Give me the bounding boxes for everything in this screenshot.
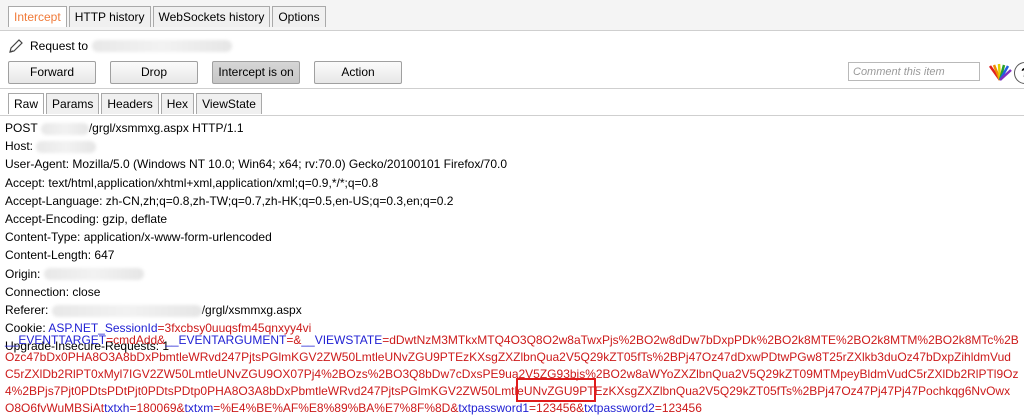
request-body: __EVENTTARGET=cmdAdd&__EVENTARGUMENT=&__… xyxy=(5,332,1019,417)
drop-button[interactable]: Drop xyxy=(110,61,198,84)
tab-params[interactable]: Params xyxy=(46,93,100,114)
forward-button[interactable]: Forward xyxy=(8,61,96,84)
content-type-line: Content-Type: application/x-www-form-url… xyxy=(5,230,272,245)
redacted-host xyxy=(92,40,233,52)
method: POST xyxy=(5,121,38,135)
request-headers: POST /grgl/xsmmxg.aspx HTTP/1.1 Host: Us… xyxy=(5,119,507,355)
tab-raw[interactable]: Raw xyxy=(8,93,45,114)
intercept-toolbar: Forward Drop Intercept is on Action xyxy=(8,61,416,84)
connection-line: Connection: close xyxy=(5,284,101,299)
comment-input[interactable]: Comment this item xyxy=(848,62,980,81)
accept-language-line: Accept-Language: zh-CN,zh;q=0.8,zh-TW;q=… xyxy=(5,193,454,208)
redacted-origin xyxy=(43,268,144,281)
highlight-color-icon[interactable] xyxy=(988,63,1012,81)
top-tab-bar: Intercept HTTP history WebSockets histor… xyxy=(0,0,1024,31)
pencil-icon[interactable] xyxy=(8,38,24,54)
tab-intercept[interactable]: Intercept xyxy=(8,6,67,27)
referer-label: Referer: xyxy=(5,302,49,317)
tab-websockets-history[interactable]: WebSockets history xyxy=(152,6,271,27)
request-path: /grgl/xsmmxg.aspx HTTP/1.1 xyxy=(88,121,244,135)
content-length-line: Content-Length: 647 xyxy=(5,248,115,263)
request-line: POST /grgl/xsmmxg.aspx HTTP/1.1 xyxy=(5,119,507,137)
accept-line: Accept: text/html,application/xhtml+xml,… xyxy=(5,175,379,190)
highlight-box xyxy=(516,378,596,402)
origin-label: Origin: xyxy=(5,266,41,281)
tab-http-history[interactable]: HTTP history xyxy=(68,6,151,27)
user-agent-line: User-Agent: Mozilla/5.0 (Windows NT 10.0… xyxy=(5,157,508,172)
redacted-host-value xyxy=(36,141,97,154)
action-button[interactable]: Action xyxy=(314,61,402,84)
divider xyxy=(0,88,1024,89)
tab-viewstate[interactable]: ViewState xyxy=(196,93,262,114)
param-value: =& xyxy=(286,333,302,347)
help-icon[interactable]: ? xyxy=(1014,62,1024,84)
top-tabs: Intercept HTTP history WebSockets histor… xyxy=(8,6,328,27)
message-tabs: Raw Params Headers Hex ViewState xyxy=(8,93,264,114)
param-name: __EVENTARGUMENT xyxy=(165,333,287,347)
request-target-line: Request to xyxy=(8,36,233,56)
redacted-referer xyxy=(51,304,202,317)
param-value: =cmdAdd& xyxy=(106,333,166,347)
param-name: __EVENTTARGET xyxy=(5,333,107,347)
param-name: __VIEWSTATE xyxy=(301,333,383,347)
host-line: Host: xyxy=(5,137,507,155)
referer-path: /grgl/xsmmxg.aspx xyxy=(201,302,302,317)
tab-hex[interactable]: Hex xyxy=(160,93,195,114)
redacted-host-path xyxy=(40,122,89,135)
referer-line: Referer: /grgl/xsmmxg.aspx xyxy=(5,301,507,319)
host-label: Host: xyxy=(5,139,34,154)
raw-request-editor[interactable]: POST /grgl/xsmmxg.aspx HTTP/1.1 Host: Us… xyxy=(0,115,1024,417)
request-to-label: Request to xyxy=(30,39,89,53)
tab-headers[interactable]: Headers xyxy=(101,93,159,114)
intercept-toggle-button[interactable]: Intercept is on xyxy=(212,61,300,84)
accept-encoding-line: Accept-Encoding: gzip, deflate xyxy=(5,211,168,226)
origin-line: Origin: xyxy=(5,265,507,283)
tab-options[interactable]: Options xyxy=(272,6,326,27)
